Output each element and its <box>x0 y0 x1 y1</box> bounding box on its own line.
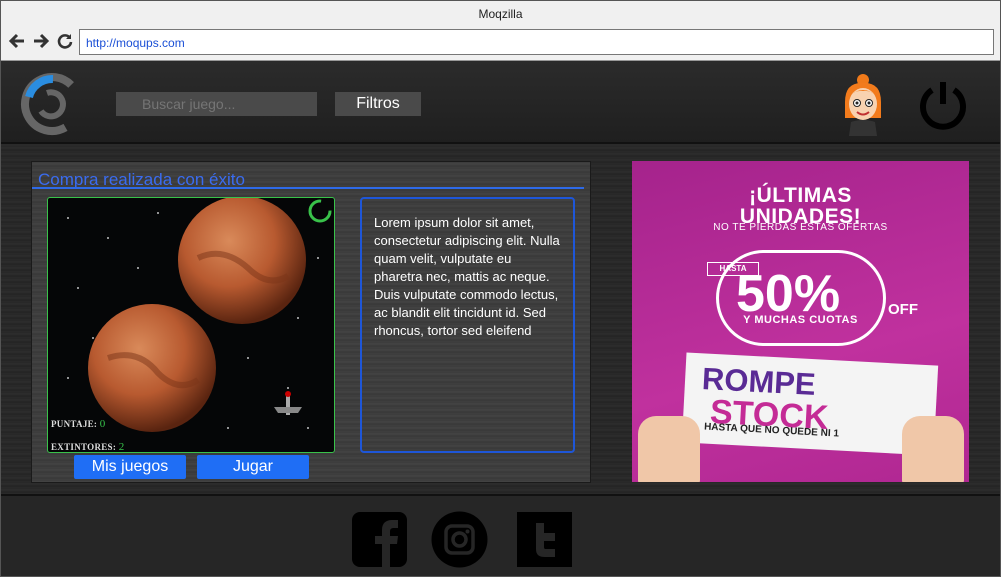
ad-headline-line1: ¡ÚLTIMAS <box>749 184 852 207</box>
extinguishers-label: EXTINTORES: <box>51 442 117 452</box>
user-avatar-icon <box>845 74 881 136</box>
game-preview[interactable]: PUNTAJE: 0 EXTINTORES: 2 <box>47 197 335 453</box>
back-button[interactable] <box>8 32 26 50</box>
my-games-button[interactable]: Mis juegos <box>74 455 186 479</box>
play-button[interactable]: Jugar <box>197 455 309 479</box>
ad-cuotas: Y MUCHAS CUOTAS <box>743 314 858 326</box>
extinguishers-value: 2 <box>118 441 125 453</box>
power-icon <box>920 82 966 130</box>
advertisement-banner[interactable]: ¡ÚLTIMAS UNIDADES! NO TE PIERDAS ESTAS OF… <box>632 161 969 482</box>
right-hand-image <box>902 416 964 482</box>
game-description: Lorem ipsum dolor sit amet, consectetur … <box>360 197 575 453</box>
left-hand-image <box>638 416 700 482</box>
arrow-right-icon <box>34 33 50 49</box>
game-scene <box>67 198 332 432</box>
facebook-icon <box>352 512 407 567</box>
main-content: Compra realizada con éxito PUNTAJE: 0 EX… <box>1 146 1000 494</box>
score-stat: PUNTAJE: 0 <box>51 418 106 430</box>
arrow-left-icon <box>8 33 24 49</box>
avatar[interactable] <box>841 72 885 136</box>
twitter-link[interactable] <box>516 511 573 568</box>
search-input[interactable] <box>116 92 317 116</box>
score-value: 0 <box>99 418 106 430</box>
window-title: Moqzilla <box>478 7 523 21</box>
spinner-logo-icon <box>21 73 83 135</box>
purchase-panel: Compra realizada con éxito PUNTAJE: 0 EX… <box>31 161 591 483</box>
footer <box>1 494 1000 576</box>
browser-chrome: Moqzilla http://moqups.com <box>1 1 1000 61</box>
ad-subheadline: NO TE PIERDAS ESTAS OFERTAS <box>713 222 888 233</box>
twitter-icon <box>517 512 572 567</box>
forward-button[interactable] <box>32 32 50 50</box>
title-divider <box>32 187 584 189</box>
power-button[interactable] <box>916 78 970 132</box>
app-header: Filtros <box>1 62 1000 144</box>
reload-icon <box>57 34 73 49</box>
address-bar[interactable]: http://moqups.com <box>79 29 994 55</box>
instagram-icon <box>431 511 488 568</box>
app-window: Moqzilla http://moqups.com Filtros <box>0 0 1001 577</box>
score-label: PUNTAJE: <box>51 419 98 429</box>
facebook-link[interactable] <box>351 511 408 568</box>
logo[interactable] <box>19 71 85 137</box>
filters-button[interactable]: Filtros <box>335 92 421 116</box>
ad-discount: 50% <box>736 265 841 323</box>
extinguishers-stat: EXTINTORES: 2 <box>51 441 125 453</box>
reload-button[interactable] <box>56 32 74 50</box>
ad-headline: ¡ÚLTIMAS UNIDADES! <box>632 185 969 227</box>
instagram-link[interactable] <box>431 511 488 568</box>
